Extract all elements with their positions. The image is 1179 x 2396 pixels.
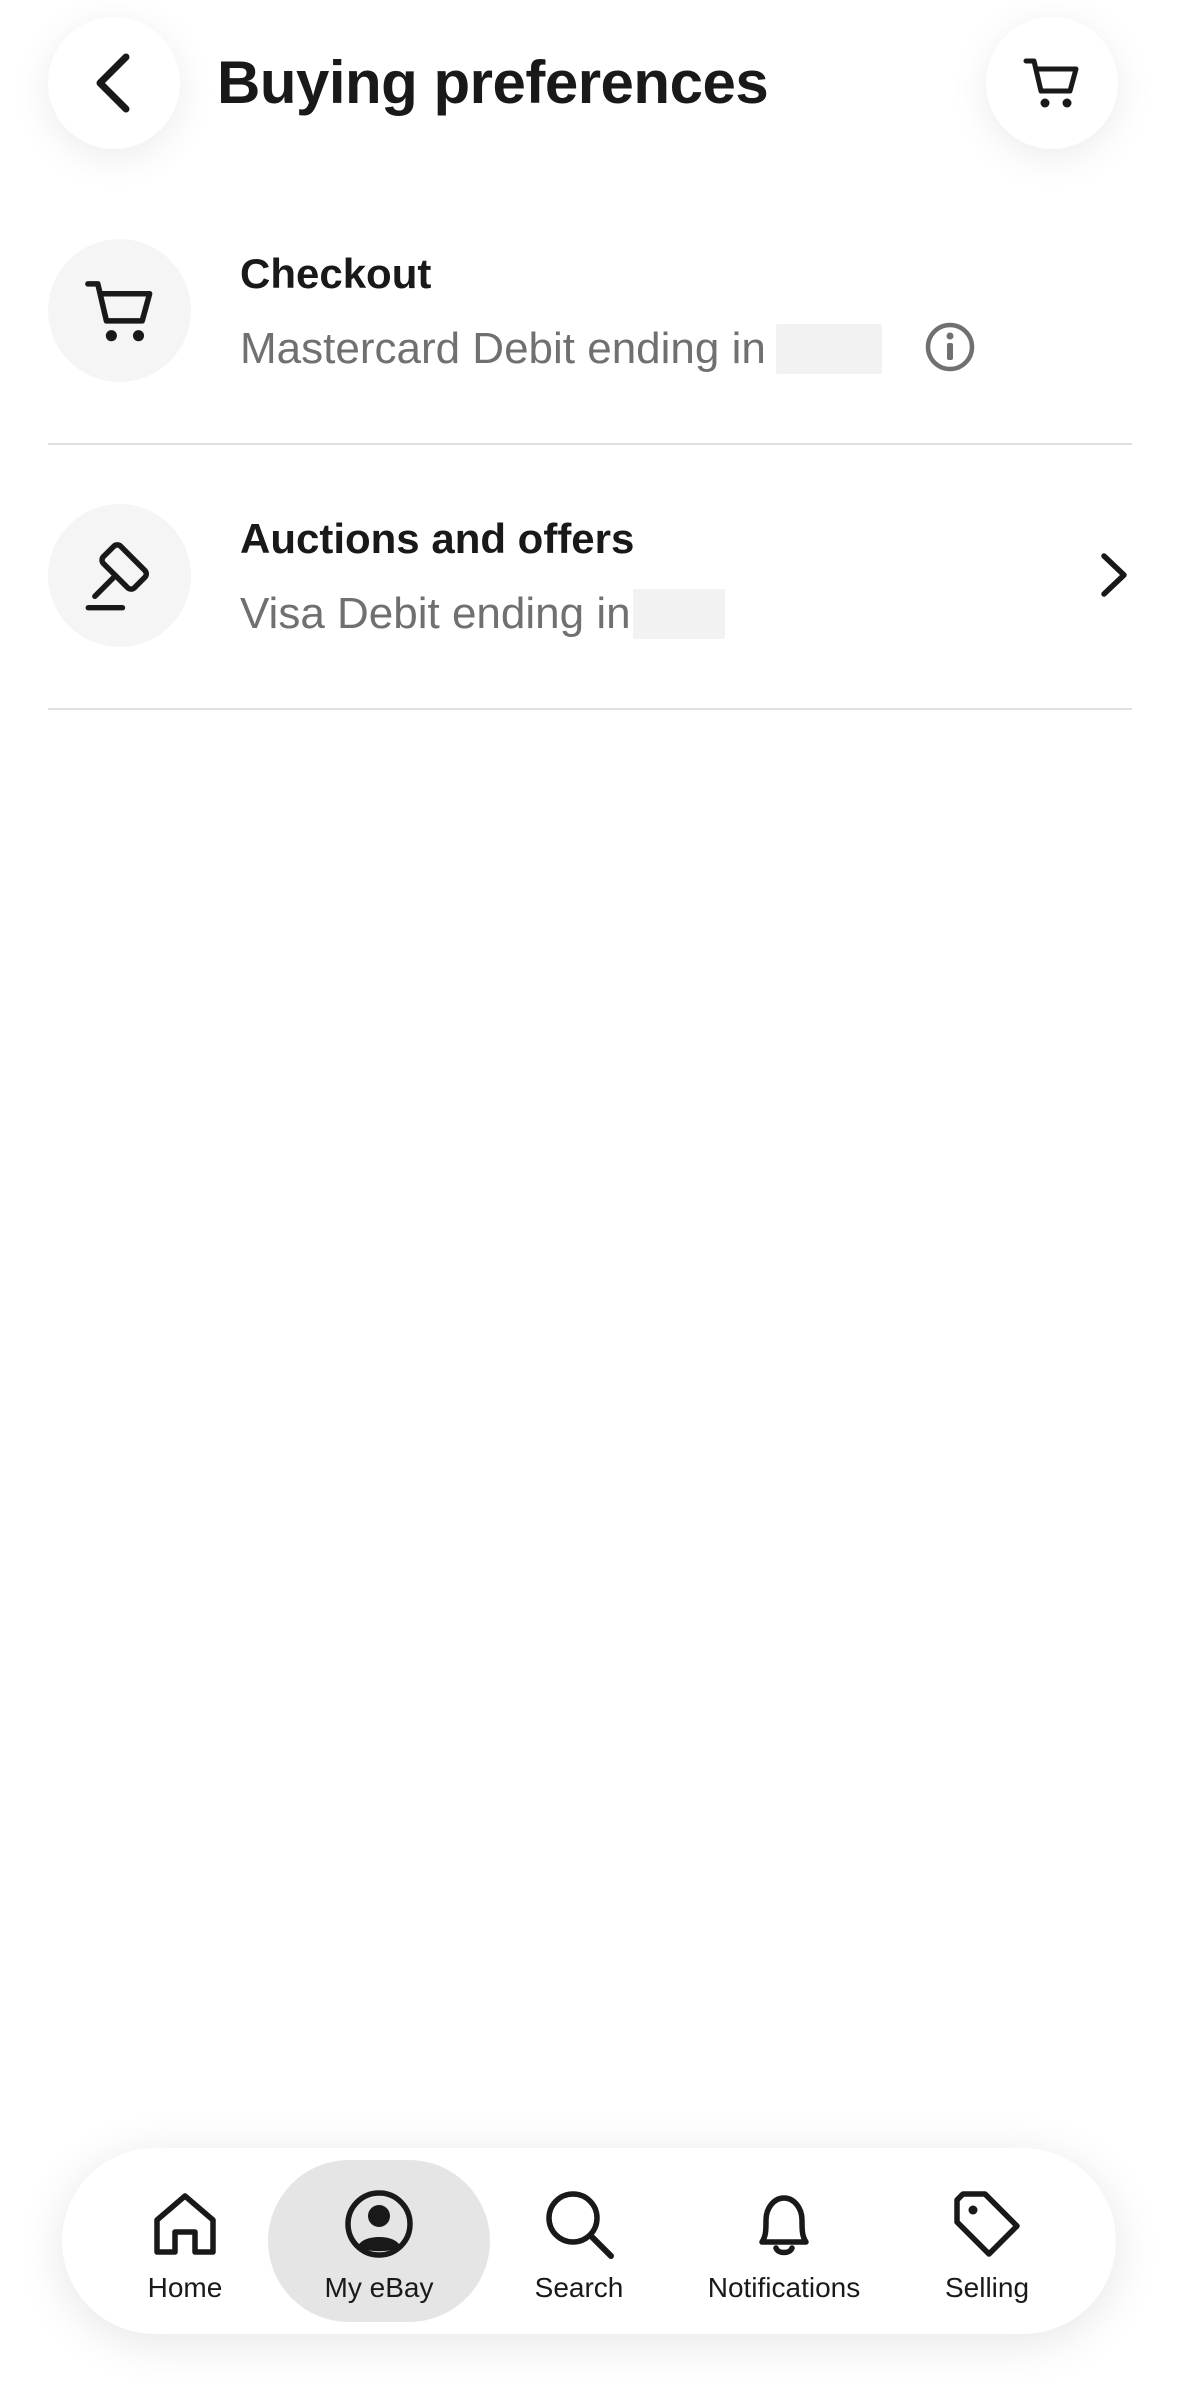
nav-notifications[interactable]: Notifications [674, 2160, 894, 2322]
redacted-card-digits [775, 324, 882, 374]
auctions-offers-title: Auctions and offers [240, 515, 635, 562]
user-icon [345, 2190, 413, 2258]
checkout-row-icon [48, 239, 191, 382]
header: Buying preferences [0, 0, 1179, 170]
cart-icon [84, 280, 152, 341]
checkout-row[interactable]: Checkout Mastercard Debit ending in [48, 178, 1132, 445]
chevron-right-icon [1101, 553, 1127, 597]
search-icon [546, 2191, 614, 2259]
auctions-row-icon [48, 504, 191, 647]
nav-search[interactable]: Search [494, 2160, 664, 2322]
checkout-payment-method: Mastercard Debit ending in [240, 324, 766, 373]
redacted-card-digits [632, 589, 725, 639]
bottom-navigation: Home My eBay Search Notifications Sellin… [62, 2148, 1116, 2334]
nav-notifications-label: Notifications [707, 2272, 861, 2303]
nav-home[interactable]: Home [100, 2160, 270, 2322]
info-icon[interactable] [924, 321, 976, 373]
page-title: Buying preferences [217, 49, 769, 116]
back-button[interactable] [48, 17, 180, 149]
cart-icon [1023, 58, 1079, 108]
nav-selling-label: Selling [944, 2272, 1030, 2303]
nav-search-label: Search [534, 2272, 624, 2303]
cart-button[interactable] [986, 17, 1118, 149]
nav-my-ebay-label: My eBay [324, 2272, 434, 2303]
checkout-title: Checkout [240, 250, 432, 297]
chevron-left-icon [96, 53, 130, 113]
nav-my-ebay[interactable]: My eBay [268, 2160, 490, 2322]
nav-home-label: Home [147, 2272, 223, 2303]
nav-selling[interactable]: Selling [902, 2160, 1072, 2322]
home-icon [154, 2193, 216, 2255]
auctions-offers-subtitle: Visa Debit ending in [240, 584, 725, 644]
auctions-offers-row[interactable]: Auctions and offers Visa Debit ending in [48, 443, 1132, 710]
checkout-subtitle: Mastercard Debit ending in [240, 319, 882, 379]
bell-icon [759, 2195, 809, 2256]
auctions-payment-method: Visa Debit ending in [240, 589, 631, 638]
gavel-icon [85, 541, 149, 610]
tag-icon [954, 2191, 1020, 2257]
